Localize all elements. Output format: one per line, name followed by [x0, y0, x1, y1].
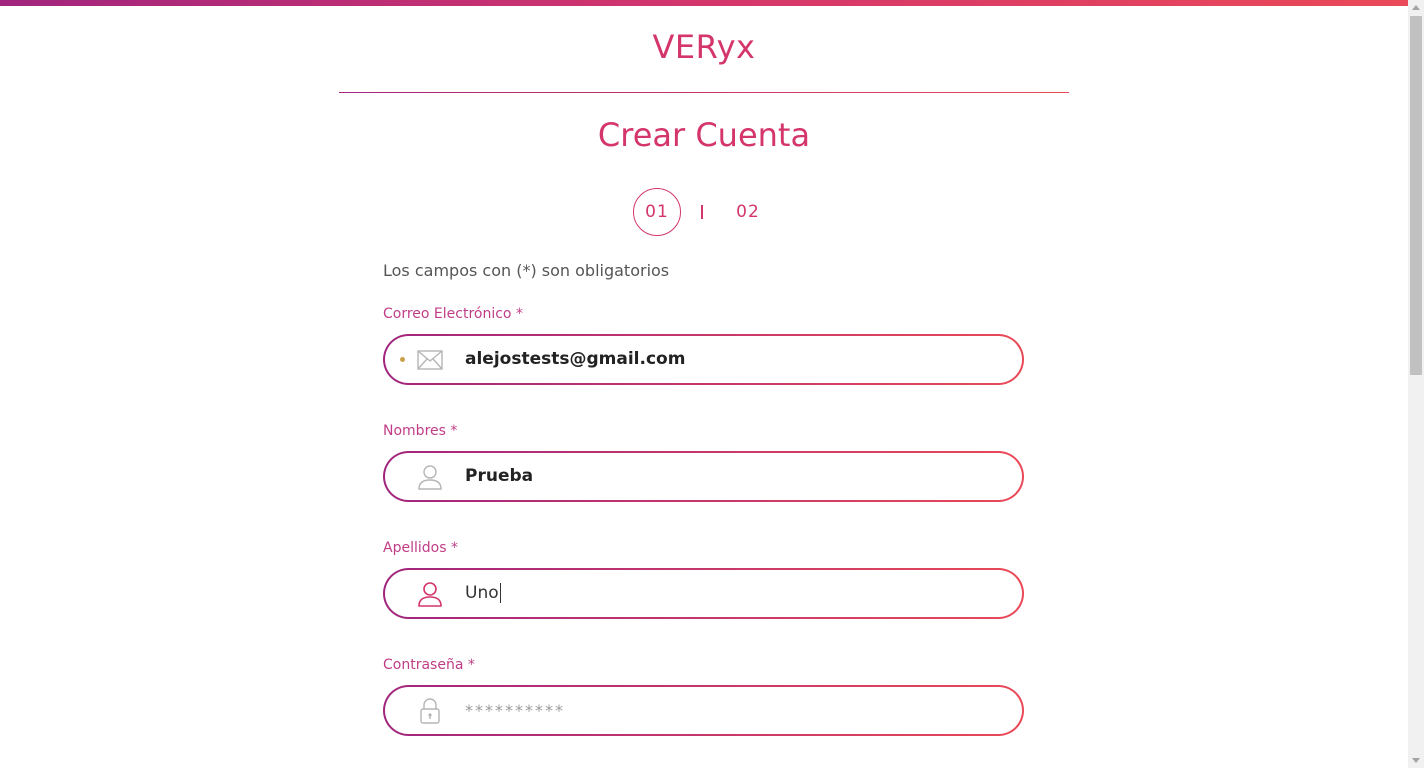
- lock-icon: [417, 698, 443, 724]
- first-name-value[interactable]: Prueba: [465, 453, 533, 500]
- first-name-label: Nombres *: [383, 423, 458, 439]
- scroll-thumb[interactable]: [1410, 16, 1422, 375]
- envelope-icon: [417, 348, 443, 372]
- autofill-indicator: [400, 357, 405, 362]
- required-fields-note: Los campos con (*) son obligatorios: [383, 261, 670, 280]
- top-gradient-bar: [0, 0, 1408, 6]
- first-name-field[interactable]: Prueba: [383, 451, 1024, 502]
- last-name-field[interactable]: Uno: [383, 568, 1024, 619]
- header-divider: [339, 92, 1069, 93]
- page-title: Crear Cuenta: [597, 116, 811, 154]
- user-icon: [417, 465, 443, 490]
- brand-logo[interactable]: VERyx: [339, 28, 1069, 66]
- email-label: Correo Electrónico *: [383, 306, 523, 322]
- password-field[interactable]: **********: [383, 685, 1024, 736]
- last-name-label: Apellidos *: [383, 540, 458, 556]
- email-field[interactable]: alejostests@gmail.com: [383, 334, 1024, 385]
- step-indicator-1: 01: [633, 188, 681, 236]
- step-1-label: 01: [645, 202, 669, 222]
- step-indicator-2: 02: [728, 200, 768, 224]
- user-icon: [417, 582, 443, 607]
- email-value[interactable]: alejostests@gmail.com: [465, 336, 685, 383]
- password-label: Contraseña *: [383, 657, 475, 673]
- vertical-scrollbar[interactable]: [1408, 0, 1424, 768]
- last-name-text: Uno: [465, 583, 499, 603]
- scroll-up-arrow-icon[interactable]: [1412, 5, 1420, 10]
- last-name-value[interactable]: Uno: [465, 570, 501, 617]
- scroll-down-arrow-icon[interactable]: [1412, 758, 1420, 763]
- step-2-label: 02: [736, 202, 760, 222]
- text-caret: [499, 583, 501, 603]
- password-placeholder[interactable]: **********: [465, 687, 565, 734]
- step-separator: [701, 205, 703, 219]
